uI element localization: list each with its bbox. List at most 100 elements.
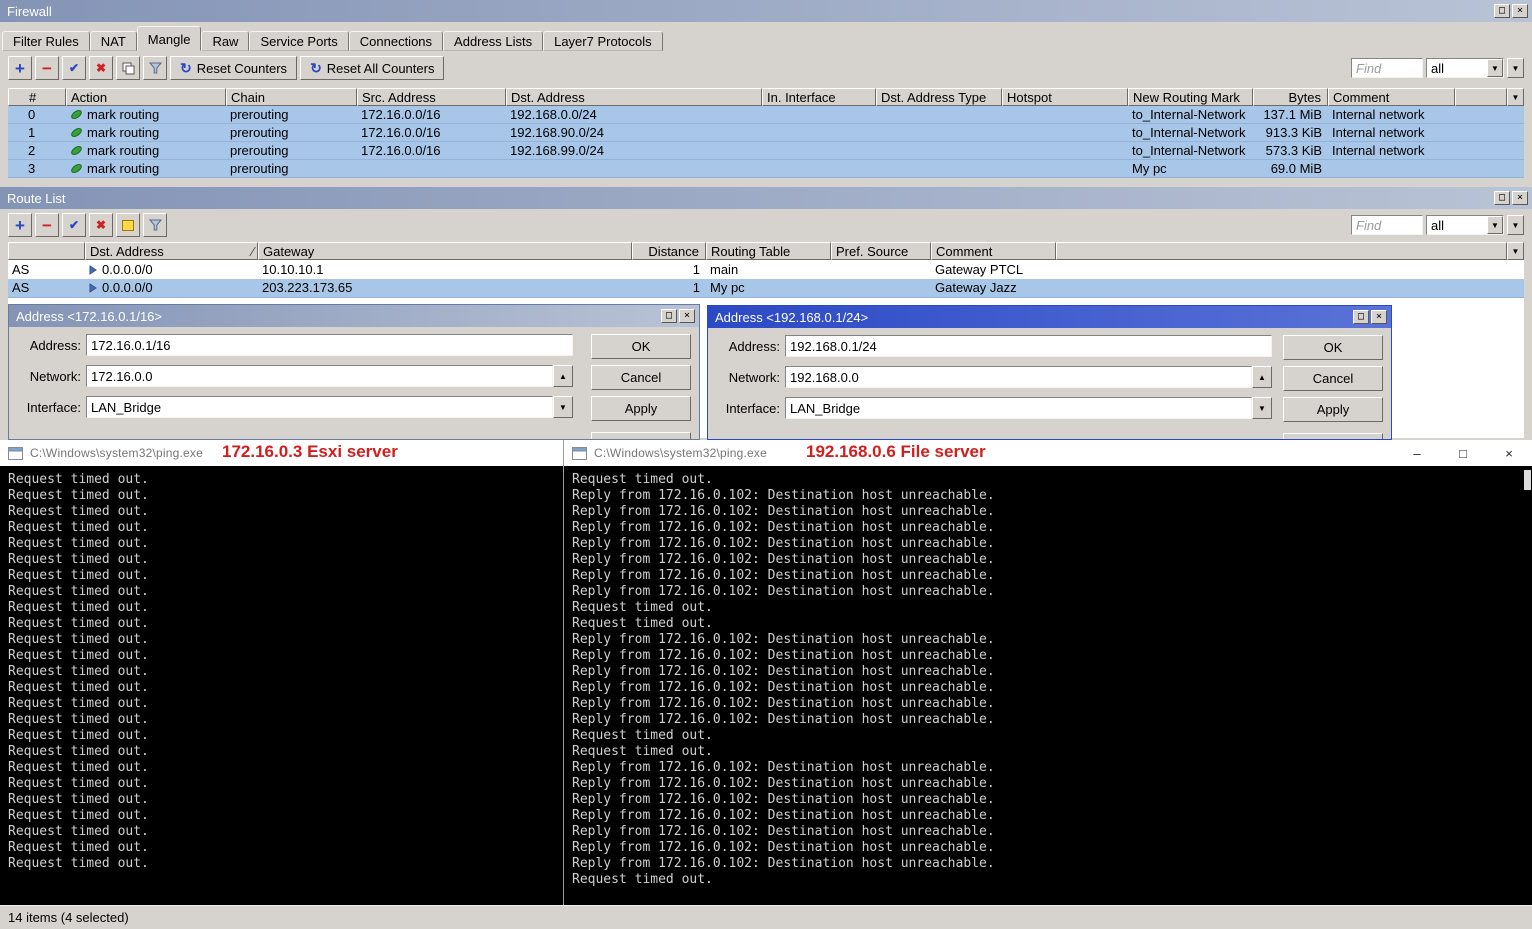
terminal-line: Request timed out. — [8, 664, 149, 679]
column-header-flags[interactable] — [8, 242, 85, 260]
scope-select[interactable]: all ▼ — [1426, 215, 1504, 235]
filter-button[interactable] — [143, 56, 167, 80]
firewall-rule-row[interactable]: 1 mark routing prerouting 172.16.0.0/16 … — [8, 124, 1524, 142]
column-header-number[interactable]: # — [8, 88, 66, 106]
column-header-comment[interactable]: Comment — [1328, 88, 1455, 106]
cancel-button[interactable]: Cancel — [591, 365, 691, 390]
terminal-titlebar[interactable]: C:\Windows\system32\ping.exe 172.16.0.3 … — [0, 440, 563, 466]
comment-button[interactable] — [116, 213, 140, 237]
column-header-comment[interactable]: Comment — [931, 242, 1056, 260]
view-options-button[interactable]: ▼ — [1507, 215, 1524, 235]
reset-all-counters-button[interactable]: ↻ Reset All Counters — [300, 56, 445, 80]
ok-button[interactable]: OK — [1283, 335, 1383, 360]
maximize-button[interactable]: □ — [1353, 310, 1369, 324]
reset-counters-label: Reset Counters — [196, 60, 288, 76]
enable-button[interactable]: ✔ — [62, 56, 86, 80]
route-list-titlebar[interactable]: Route List □ × — [0, 187, 1532, 209]
interface-down-button[interactable]: ▼ — [1252, 397, 1272, 419]
column-header-in-interface[interactable]: In. Interface — [762, 88, 876, 106]
close-button[interactable]: × — [1512, 4, 1528, 18]
ok-button[interactable]: OK — [591, 334, 691, 359]
interface-field[interactable] — [86, 396, 553, 418]
cell-dst-address-type — [876, 106, 1002, 123]
maximize-button[interactable]: □ — [1440, 440, 1486, 466]
terminal-line: Request timed out. — [572, 728, 713, 743]
column-header-pref-source[interactable]: Pref. Source — [831, 242, 931, 260]
tab-mangle[interactable]: Mangle — [136, 26, 202, 51]
network-up-button[interactable]: ▲ — [553, 365, 573, 387]
maximize-button[interactable]: □ — [1494, 4, 1510, 18]
interface-down-button[interactable]: ▼ — [553, 396, 573, 418]
add-button[interactable]: + — [8, 213, 32, 237]
apply-button[interactable]: Apply — [591, 396, 691, 421]
minimize-button[interactable]: – — [1394, 440, 1440, 466]
cut-off-button[interactable] — [591, 432, 691, 439]
network-field[interactable] — [86, 365, 553, 387]
route-row[interactable]: AS 0.0.0.0/0 203.223.173.65 1 My pc Gate… — [8, 279, 1524, 298]
interface-field[interactable] — [785, 397, 1252, 419]
close-button[interactable]: × — [679, 309, 695, 323]
firewall-rule-row[interactable]: 2 mark routing prerouting 172.16.0.0/16 … — [8, 142, 1524, 160]
terminal-output: Request timed out. Request timed out. Re… — [0, 466, 563, 905]
column-header-routing-table[interactable]: Routing Table — [706, 242, 831, 260]
tab-address-lists[interactable]: Address Lists — [443, 31, 544, 51]
column-header-new-routing-mark[interactable]: New Routing Mark — [1128, 88, 1253, 106]
apply-button[interactable]: Apply — [1283, 397, 1383, 422]
find-input[interactable] — [1351, 215, 1423, 235]
column-header-distance[interactable]: Distance — [632, 242, 706, 260]
copy-button[interactable] — [116, 56, 140, 80]
close-button[interactable]: × — [1486, 440, 1532, 466]
column-header-dst-address[interactable]: Dst. Address ∕ — [85, 242, 258, 260]
scope-select[interactable]: all ▼ — [1426, 58, 1504, 78]
find-input[interactable] — [1351, 58, 1423, 78]
disable-button[interactable]: ✖ — [89, 56, 113, 80]
filter-button[interactable] — [143, 213, 167, 237]
maximize-button[interactable]: □ — [661, 309, 677, 323]
tab-raw[interactable]: Raw — [201, 31, 250, 51]
enable-button[interactable]: ✔ — [62, 213, 86, 237]
route-row[interactable]: AS 0.0.0.0/0 10.10.10.1 1 main Gateway P… — [8, 260, 1524, 279]
network-up-button[interactable]: ▲ — [1252, 366, 1272, 388]
cancel-button[interactable]: Cancel — [1283, 366, 1383, 391]
view-options-button[interactable]: ▼ — [1507, 58, 1524, 78]
tab-filter-rules[interactable]: Filter Rules — [2, 31, 90, 51]
column-select-button[interactable]: ▼ — [1507, 242, 1524, 260]
close-button[interactable]: × — [1371, 310, 1387, 324]
column-header-src-address[interactable]: Src. Address — [357, 88, 506, 106]
tab-service-ports[interactable]: Service Ports — [249, 31, 349, 51]
cut-off-button[interactable] — [1283, 433, 1383, 439]
column-header-gateway[interactable]: Gateway — [258, 242, 632, 260]
column-header-hotspot[interactable]: Hotspot — [1002, 88, 1128, 106]
column-header-dst-address[interactable]: Dst. Address — [506, 88, 762, 106]
dialog-titlebar[interactable]: Address <192.168.0.1/24> □ × — [708, 306, 1391, 328]
firewall-rule-row[interactable]: 0 mark routing prerouting 172.16.0.0/16 … — [8, 106, 1524, 124]
column-select-button[interactable]: ▼ — [1507, 88, 1524, 106]
column-header-chain[interactable]: Chain — [226, 88, 357, 106]
column-header-bytes[interactable]: Bytes — [1253, 88, 1328, 106]
dialog-titlebar[interactable]: Address <172.16.0.1/16> □ × — [9, 305, 699, 327]
network-field[interactable] — [785, 366, 1252, 388]
reset-icon: ↻ — [310, 59, 322, 76]
tab-layer7-protocols[interactable]: Layer7 Protocols — [543, 31, 663, 51]
tab-nat[interactable]: NAT — [89, 31, 137, 51]
firewall-rule-row[interactable]: 3 mark routing prerouting My pc 69.0 MiB — [8, 160, 1524, 178]
close-button[interactable]: × — [1512, 191, 1528, 205]
maximize-button[interactable]: □ — [1494, 191, 1510, 205]
remove-button[interactable]: − — [35, 213, 59, 237]
terminal-titlebar[interactable]: C:\Windows\system32\ping.exe 192.168.0.6… — [564, 440, 1532, 466]
column-header-dst-address-type[interactable]: Dst. Address Type — [876, 88, 1002, 106]
address-field[interactable] — [86, 334, 573, 356]
ping-terminal-esxi: C:\Windows\system32\ping.exe 172.16.0.3 … — [0, 440, 563, 905]
disable-button[interactable]: ✖ — [89, 213, 113, 237]
reset-counters-button[interactable]: ↻ Reset Counters — [170, 56, 298, 80]
mark-routing-icon — [71, 110, 82, 119]
address-field[interactable] — [785, 335, 1272, 357]
add-button[interactable]: + — [8, 56, 32, 80]
tab-connections[interactable]: Connections — [348, 31, 444, 51]
terminal-path: C:\Windows\system32\ping.exe — [30, 446, 204, 460]
firewall-titlebar[interactable]: Firewall □ × — [0, 0, 1532, 22]
scrollbar-thumb[interactable] — [1524, 470, 1531, 490]
column-header-action[interactable]: Action — [66, 88, 226, 106]
remove-button[interactable]: − — [35, 56, 59, 80]
address-label: Address: — [29, 338, 81, 353]
